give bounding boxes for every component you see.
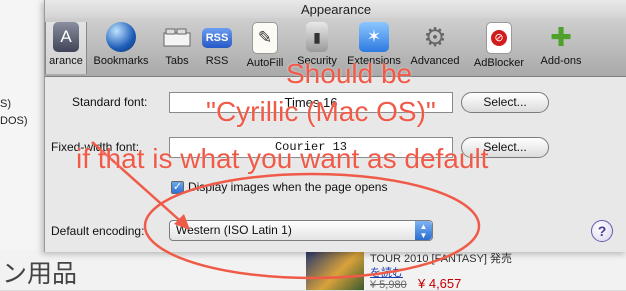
annotation-line-1: Should be <box>286 58 413 89</box>
annotation-line-2: "Cyrillic (Mac OS)" <box>206 96 436 127</box>
annotation-line-3: if that is what you want as default <box>76 143 489 174</box>
annotation-ellipse <box>143 172 481 280</box>
